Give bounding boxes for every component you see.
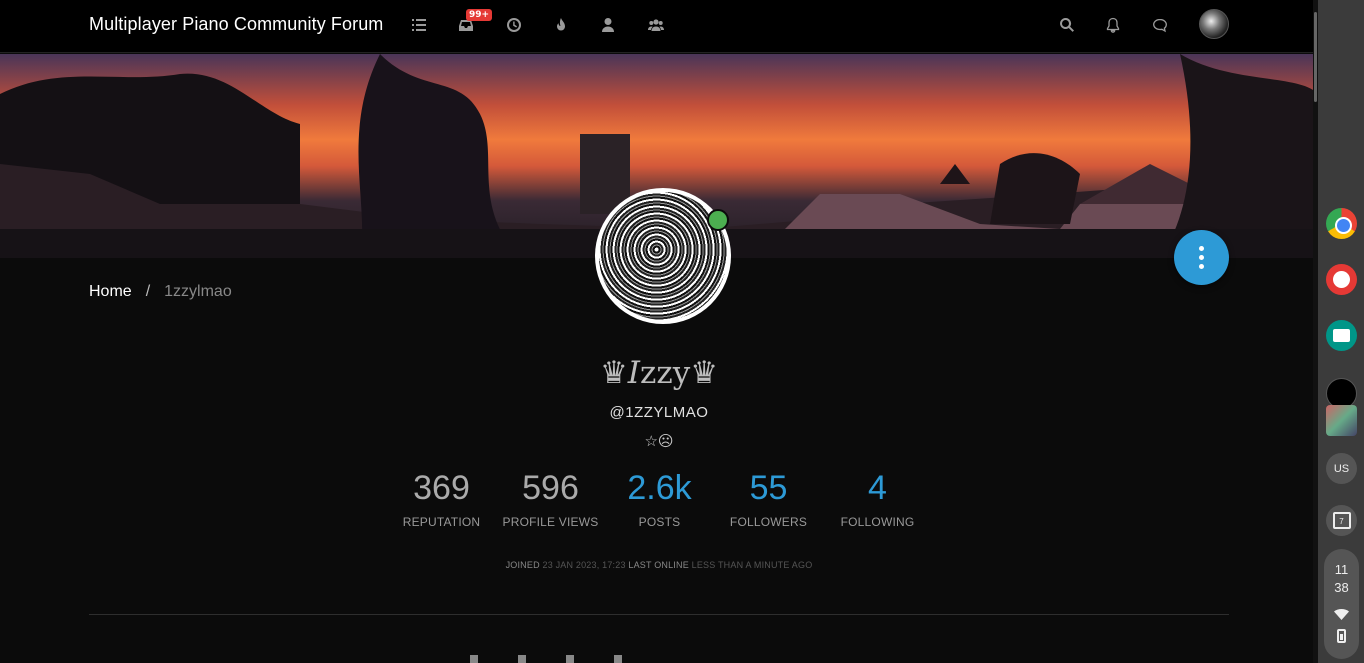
window-thumbnail-icon[interactable]	[1326, 405, 1357, 436]
groups-users-icon[interactable]	[645, 14, 667, 36]
stat-value-link[interactable]: 55	[714, 466, 823, 510]
profile-username: @1ZZYLMAO	[609, 404, 709, 421]
profile-actions-menu-button[interactable]	[1174, 230, 1229, 285]
calendar-button[interactable]: 7	[1326, 505, 1357, 536]
breadcrumb-home-link[interactable]: Home	[89, 283, 132, 301]
stat-value-link[interactable]: 4	[823, 466, 932, 510]
stat-value: 369	[413, 469, 470, 507]
chrome-app-icon[interactable]	[1326, 208, 1357, 239]
slides-app-icon[interactable]	[1326, 320, 1357, 351]
last-online-label: LAST ONLINE	[628, 560, 689, 570]
breadcrumb-current: 1zzylmao	[164, 283, 232, 300]
stat-profile-views: 596 PROFILE VIEWS	[496, 466, 605, 529]
last-online-value: LESS THAN A MINUTE AGO	[691, 560, 813, 570]
top-navbar: Multiplayer Piano Community Forum 99+	[0, 0, 1318, 53]
forum-brand-link[interactable]: Multiplayer Piano Community Forum	[89, 14, 383, 35]
os-shelf: US 7 11 38	[1318, 0, 1364, 663]
categories-list-icon[interactable]	[408, 14, 430, 36]
breadcrumb-separator: /	[145, 283, 151, 300]
input-method-button[interactable]: US	[1326, 453, 1357, 484]
profile-join-info: JOINED 23 JAN 2023, 17:23 LAST ONLINE LE…	[0, 560, 1318, 570]
recent-clock-icon[interactable]	[503, 14, 525, 36]
section-divider	[89, 614, 1229, 615]
breadcrumb: Home / 1zzylmao	[89, 283, 232, 301]
users-user-icon[interactable]	[597, 14, 619, 36]
popular-fire-icon[interactable]	[550, 14, 572, 36]
online-status-indicator	[707, 209, 729, 231]
joined-label: JOINED	[505, 560, 540, 570]
stat-label: PROFILE VIEWS	[502, 515, 599, 529]
joined-date: 23 JAN 2023, 17:23	[542, 560, 626, 570]
ellipsis-vertical-icon	[1199, 244, 1204, 271]
profile-signature: ☆☹	[644, 432, 674, 450]
stat-following[interactable]: 4 FOLLOWING	[823, 466, 932, 529]
paint-app-icon[interactable]	[1326, 264, 1357, 295]
search-icon[interactable]	[1056, 14, 1078, 36]
system-clock: 11 38	[1334, 562, 1349, 595]
chat-bubble-icon[interactable]	[1149, 14, 1171, 36]
stat-label: REPUTATION	[402, 515, 481, 529]
stat-posts[interactable]: 2.6k POSTS	[605, 466, 714, 529]
user-avatar-menu[interactable]	[1199, 9, 1229, 39]
cut-off-content	[470, 655, 790, 663]
calendar-icon: 7	[1332, 512, 1351, 529]
wifi-icon	[1334, 607, 1349, 620]
stat-value: 596	[522, 469, 579, 507]
status-tray[interactable]: 11 38	[1324, 549, 1359, 659]
stat-label: FOLLOWING	[840, 515, 915, 529]
profile-avatar	[595, 188, 731, 324]
unread-count-badge: 99+	[466, 9, 493, 21]
stat-label: POSTS	[638, 515, 681, 529]
scrollbar-thumb[interactable]	[1314, 12, 1317, 102]
profile-stats: 369 REPUTATION 596 PROFILE VIEWS 2.6k PO…	[387, 466, 932, 529]
stat-followers[interactable]: 55 FOLLOWERS	[714, 466, 823, 529]
battery-icon	[1337, 629, 1346, 643]
profile-fullname: ♛Izzy♛	[599, 355, 719, 391]
stat-reputation: 369 REPUTATION	[387, 466, 496, 529]
stat-value-link[interactable]: 2.6k	[605, 466, 714, 510]
stat-label: FOLLOWERS	[729, 515, 808, 529]
notifications-bell-icon[interactable]	[1102, 14, 1124, 36]
